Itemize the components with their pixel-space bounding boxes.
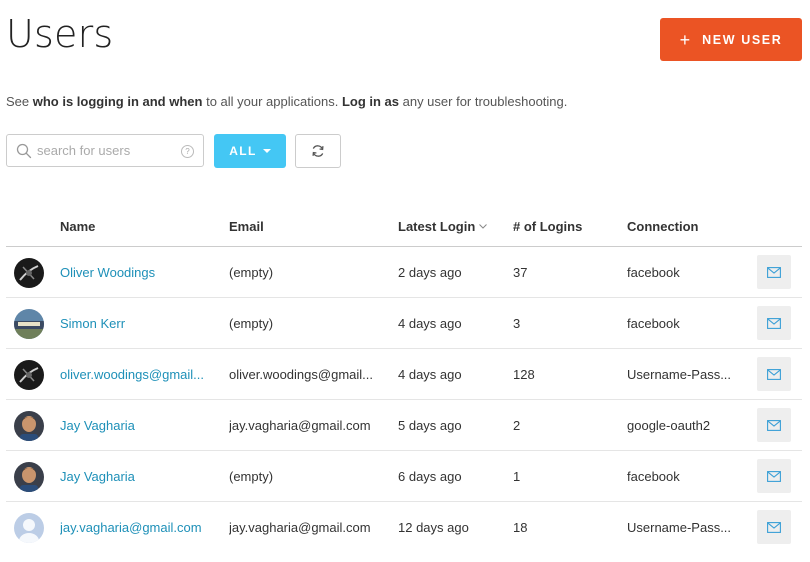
envelope-icon (767, 419, 781, 431)
sort-chevron-icon (479, 224, 488, 229)
column-header-name[interactable]: Name (60, 219, 95, 234)
user-latest-login: 4 days ago (398, 316, 462, 331)
page-title: Users (6, 12, 114, 56)
user-email: (empty) (229, 469, 274, 484)
user-latest-login: 5 days ago (398, 418, 462, 433)
user-login-count: 1 (513, 469, 521, 484)
user-email: (empty) (229, 316, 274, 331)
refresh-icon (312, 145, 324, 157)
filter-label: ALL (229, 144, 257, 158)
column-header-email[interactable]: Email (229, 219, 264, 234)
table-row[interactable]: Simon Kerr (empty) 4 days ago 3 facebook (6, 298, 802, 349)
envelope-icon (767, 368, 781, 380)
user-name-link[interactable]: Simon Kerr (60, 316, 125, 331)
avatar (14, 309, 44, 339)
description-bold-1: who is logging in and when (32, 94, 203, 109)
search-box: ? (6, 134, 204, 167)
envelope-icon (767, 266, 781, 278)
send-email-button[interactable] (757, 357, 791, 391)
envelope-icon (767, 521, 781, 533)
user-name-link[interactable]: jay.vagharia@gmail.com (60, 520, 202, 535)
user-connection: facebook (627, 469, 680, 484)
avatar (14, 258, 44, 288)
user-connection: google-oauth2 (627, 418, 711, 433)
send-email-button[interactable] (757, 408, 791, 442)
user-latest-login: 2 days ago (398, 265, 462, 280)
description-text-3: any user for troubleshooting. (399, 94, 568, 109)
send-email-button[interactable] (757, 510, 791, 544)
description-bold-2: Log in as (341, 94, 399, 109)
users-table: Name Email Latest Login # of Logins Conn… (6, 206, 802, 552)
user-latest-login: 12 days ago (398, 520, 469, 535)
table-header: Name Email Latest Login # of Logins Conn… (6, 206, 802, 247)
send-email-button[interactable] (757, 255, 791, 289)
plus-icon: + (679, 29, 691, 50)
search-input[interactable] (37, 140, 182, 161)
table-row[interactable]: jay.vagharia@gmail.com jay.vagharia@gmail… (6, 502, 802, 552)
user-latest-login: 4 days ago (398, 367, 462, 382)
user-latest-login: 6 days ago (398, 469, 462, 484)
user-name-link[interactable]: Jay Vagharia (60, 418, 135, 433)
envelope-icon (767, 317, 781, 329)
column-header-logins[interactable]: # of Logins (513, 219, 582, 234)
user-name-link[interactable]: Oliver Woodings (60, 265, 155, 280)
table-row[interactable]: oliver.woodings@gmail... oliver.woodings@… (6, 349, 802, 400)
description-text-2: to all your applications. (202, 94, 342, 109)
user-connection: Username-Pass... (627, 520, 732, 535)
send-email-button[interactable] (757, 306, 791, 340)
envelope-icon (767, 470, 781, 482)
user-email: (empty) (229, 265, 274, 280)
user-email: oliver.woodings@gmail... (229, 367, 373, 382)
help-icon[interactable]: ? (181, 145, 194, 158)
table-body: Oliver Woodings (empty) 2 days ago 37 facebo… (6, 247, 802, 552)
table-row[interactable]: Oliver Woodings (empty) 2 days ago 37 facebo… (6, 247, 802, 298)
avatar (14, 462, 44, 492)
user-connection: Username-Pass... (627, 367, 732, 382)
user-login-count: 128 (513, 367, 535, 382)
description-text-1: See (6, 94, 33, 109)
column-header-latest-login[interactable]: Latest Login (398, 219, 488, 234)
refresh-button[interactable] (295, 134, 341, 168)
user-name-link[interactable]: Jay Vagharia (60, 469, 135, 484)
caret-down-icon (262, 149, 271, 153)
table-row[interactable]: Jay Vagharia jay.vagharia@gmail.com 5 days… (6, 400, 802, 451)
user-login-count: 18 (513, 520, 528, 535)
avatar (14, 513, 44, 543)
user-name-link[interactable]: oliver.woodings@gmail... (60, 367, 204, 382)
latest-login-label: Latest Login (398, 219, 476, 234)
avatar (14, 360, 44, 390)
send-email-button[interactable] (757, 459, 791, 493)
page-description: See who is logging in and when to all yo… (6, 94, 567, 109)
new-user-label: NEW USER (702, 32, 783, 47)
user-connection: facebook (627, 265, 680, 280)
user-login-count: 3 (513, 316, 521, 331)
table-row[interactable]: Jay Vagharia (empty) 6 days ago 1 facebook (6, 451, 802, 502)
search-icon (16, 143, 32, 159)
filter-dropdown-button[interactable]: ALL (214, 134, 286, 168)
avatar (14, 411, 44, 441)
user-login-count: 2 (513, 418, 521, 433)
column-header-connection[interactable]: Connection (627, 219, 699, 234)
user-email: jay.vagharia@gmail.com (229, 418, 371, 433)
user-login-count: 37 (513, 265, 528, 280)
user-connection: facebook (627, 316, 680, 331)
new-user-button[interactable]: + NEW USER (660, 18, 802, 61)
user-email: jay.vagharia@gmail.com (229, 520, 371, 535)
